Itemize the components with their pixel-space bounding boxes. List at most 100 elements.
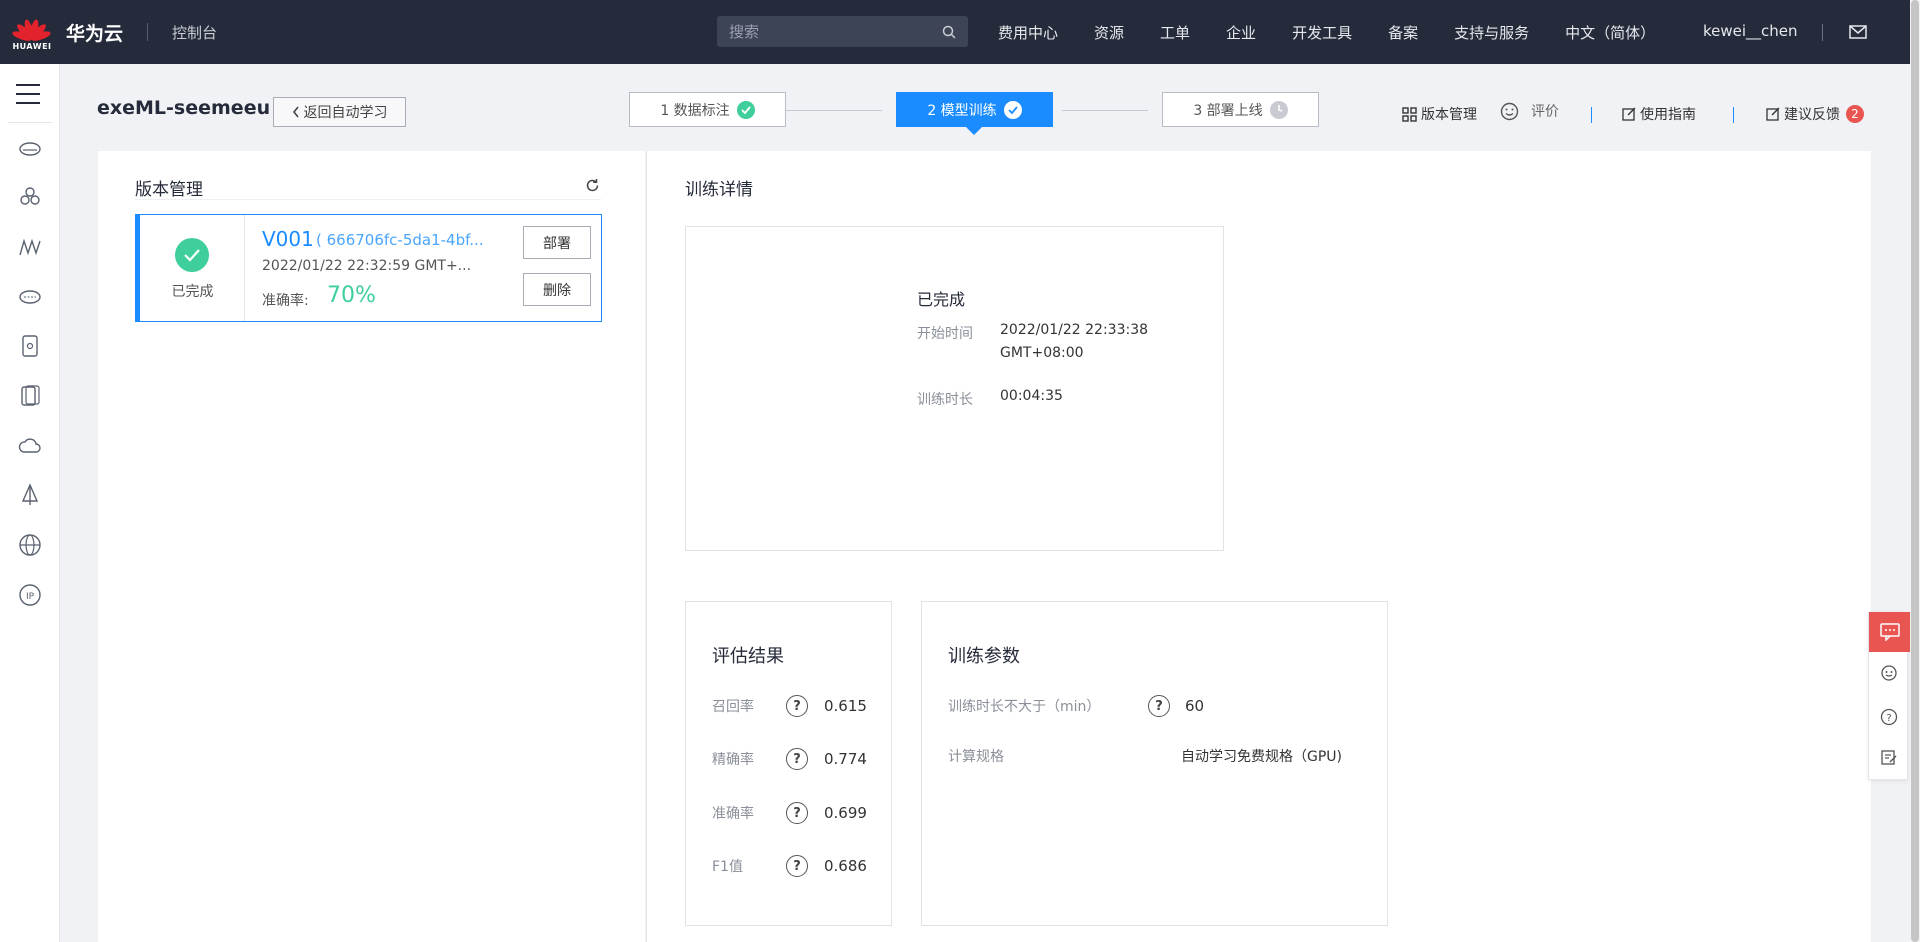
nav-dev-tools[interactable]: 开发工具 (1292, 22, 1352, 43)
param-value: 60 (1185, 697, 1205, 715)
divider (1591, 107, 1592, 123)
search-input[interactable]: 搜索 (717, 16, 968, 47)
top-nav-menu: 费用中心 资源 工单 企业 开发工具 备案 支持与服务 中文（简体） (998, 0, 1691, 64)
nav-support[interactable]: 支持与服务 (1454, 22, 1529, 43)
help-icon[interactable]: ? (786, 802, 808, 824)
step-model-training[interactable]: 2 模型训练 (896, 92, 1053, 135)
accuracy-value: 70% (327, 283, 376, 308)
language-selector[interactable]: 中文（简体） (1565, 22, 1655, 43)
divider (147, 23, 149, 41)
back-button-label: 返回自动学习 (303, 105, 388, 121)
duration-value: 00:04:35 (1000, 388, 1063, 404)
metric-label: 准确率 (712, 806, 754, 822)
nav-filing[interactable]: 备案 (1388, 22, 1418, 43)
training-details-title: 训练详情 (685, 180, 753, 200)
cloud-icon[interactable] (18, 434, 42, 458)
menu-icon[interactable] (16, 84, 40, 111)
divider (1733, 107, 1734, 123)
chat-button[interactable] (1869, 612, 1910, 652)
version-management-link[interactable]: 版本管理 (1402, 104, 1477, 124)
smiley-icon (1500, 102, 1519, 120)
mail-icon[interactable] (1849, 24, 1867, 40)
step-label: 3 部署上线 (1193, 102, 1263, 119)
assistant-button[interactable] (1869, 653, 1909, 693)
chat-icon (1879, 623, 1900, 641)
console-link[interactable]: 控制台 (172, 22, 217, 43)
search-icon[interactable] (942, 25, 956, 39)
training-summary-box: 已完成 开始时间 2022/01/22 22:33:38 GMT+08:00 训… (685, 226, 1224, 551)
user-menu[interactable]: kewei__chen (1703, 22, 1798, 40)
nav-tickets[interactable]: 工单 (1160, 22, 1190, 43)
svg-text:IP: IP (26, 592, 35, 602)
huawei-flower-icon (11, 13, 52, 43)
divider (135, 199, 601, 200)
start-time-label: 开始时间 (917, 326, 973, 342)
device-icon[interactable] (18, 334, 42, 358)
feedback-count-badge: 2 (1846, 105, 1864, 123)
evaluation-box: 评估结果 召回率 ? 0.615 精确率 ? 0.774 准确率 ? 0.699… (685, 601, 892, 926)
param-max-duration: 训练时长不大于（min） ? 60 (948, 694, 1204, 718)
back-button[interactable]: 返回自动学习 (273, 97, 406, 127)
clock-icon (1269, 100, 1288, 119)
service-sidebar: IP (0, 64, 60, 942)
page-scrollbar[interactable] (1910, 0, 1920, 942)
duration-label: 训练时长 (917, 392, 973, 408)
help-icon[interactable]: ? (786, 855, 808, 877)
metric-value: 0.699 (824, 804, 867, 822)
delete-button[interactable]: 删除 (523, 273, 591, 306)
check-circle-icon (736, 100, 755, 119)
divider (8, 122, 52, 123)
evaluate-link[interactable]: 评价 (1500, 101, 1559, 121)
scrollbar-thumb[interactable] (1911, 0, 1919, 942)
cluster-icon[interactable] (18, 185, 42, 209)
storage-icon[interactable] (18, 284, 42, 308)
nav-billing[interactable]: 费用中心 (998, 22, 1058, 43)
deploy-button[interactable]: 部署 (523, 226, 591, 259)
version-name[interactable]: V001 (262, 227, 314, 251)
step-label: 1 数据标注 (660, 102, 730, 119)
ship-icon[interactable] (18, 483, 42, 507)
evaluate-label: 评价 (1531, 104, 1559, 120)
step-connector (786, 110, 882, 111)
status-text: 已完成 (171, 284, 214, 300)
nav-enterprise[interactable]: 企业 (1226, 22, 1256, 43)
start-time-date: 2022/01/22 22:33:38 (1000, 322, 1149, 338)
metric-precision: 精确率 ? 0.774 (712, 747, 867, 771)
divider (1822, 24, 1823, 41)
version-id: ( 666706fc-5da1-4bf... (316, 231, 484, 249)
user-guide-label: 使用指南 (1640, 107, 1696, 123)
ip-icon[interactable]: IP (18, 583, 42, 607)
metric-f1: F1值 ? 0.686 (712, 854, 867, 878)
version-card[interactable]: 已完成 V001 ( 666706fc-5da1-4bf... 2022/01/… (135, 214, 602, 322)
step-connector (1062, 110, 1148, 111)
step-deploy[interactable]: 3 部署上线 (1162, 92, 1319, 127)
robot-icon (1881, 665, 1897, 681)
user-guide-link[interactable]: 使用指南 (1622, 104, 1696, 124)
check-circle-icon (1003, 100, 1022, 119)
metric-value: 0.774 (824, 750, 867, 768)
success-check-icon (175, 238, 209, 272)
huawei-logo[interactable]: HUAWEI (0, 0, 64, 64)
floating-toolbar: ? (1868, 612, 1910, 780)
param-value: 自动学习免费规格（GPU) (1181, 749, 1342, 765)
feedback-float-button[interactable] (1869, 737, 1909, 777)
feedback-link[interactable]: 建议反馈 2 (1766, 104, 1864, 124)
globe-icon[interactable] (18, 533, 42, 557)
help-icon[interactable]: ? (786, 748, 808, 770)
help-icon[interactable]: ? (1148, 695, 1170, 717)
training-params-box: 训练参数 训练时长不大于（min） ? 60 计算规格 自动学习免费规格（GPU… (921, 601, 1388, 926)
version-created-time: 2022/01/22 22:32:59 GMT+... (262, 258, 472, 274)
refresh-icon[interactable] (585, 178, 600, 193)
database-icon[interactable] (18, 384, 42, 408)
param-label: 计算规格 (948, 749, 1004, 765)
nav-resources[interactable]: 资源 (1094, 22, 1124, 43)
modelarts-icon[interactable] (18, 235, 42, 259)
help-icon[interactable]: ? (786, 695, 808, 717)
metric-recall: 召回率 ? 0.615 (712, 694, 867, 718)
help-button[interactable]: ? (1869, 697, 1909, 737)
step-data-labeling[interactable]: 1 数据标注 (629, 92, 786, 127)
server-icon[interactable] (18, 136, 42, 160)
training-params-title: 训练参数 (948, 646, 1020, 667)
page-title: exeML-seemeeu (97, 97, 271, 119)
brand-name[interactable]: 华为云 (66, 19, 123, 46)
